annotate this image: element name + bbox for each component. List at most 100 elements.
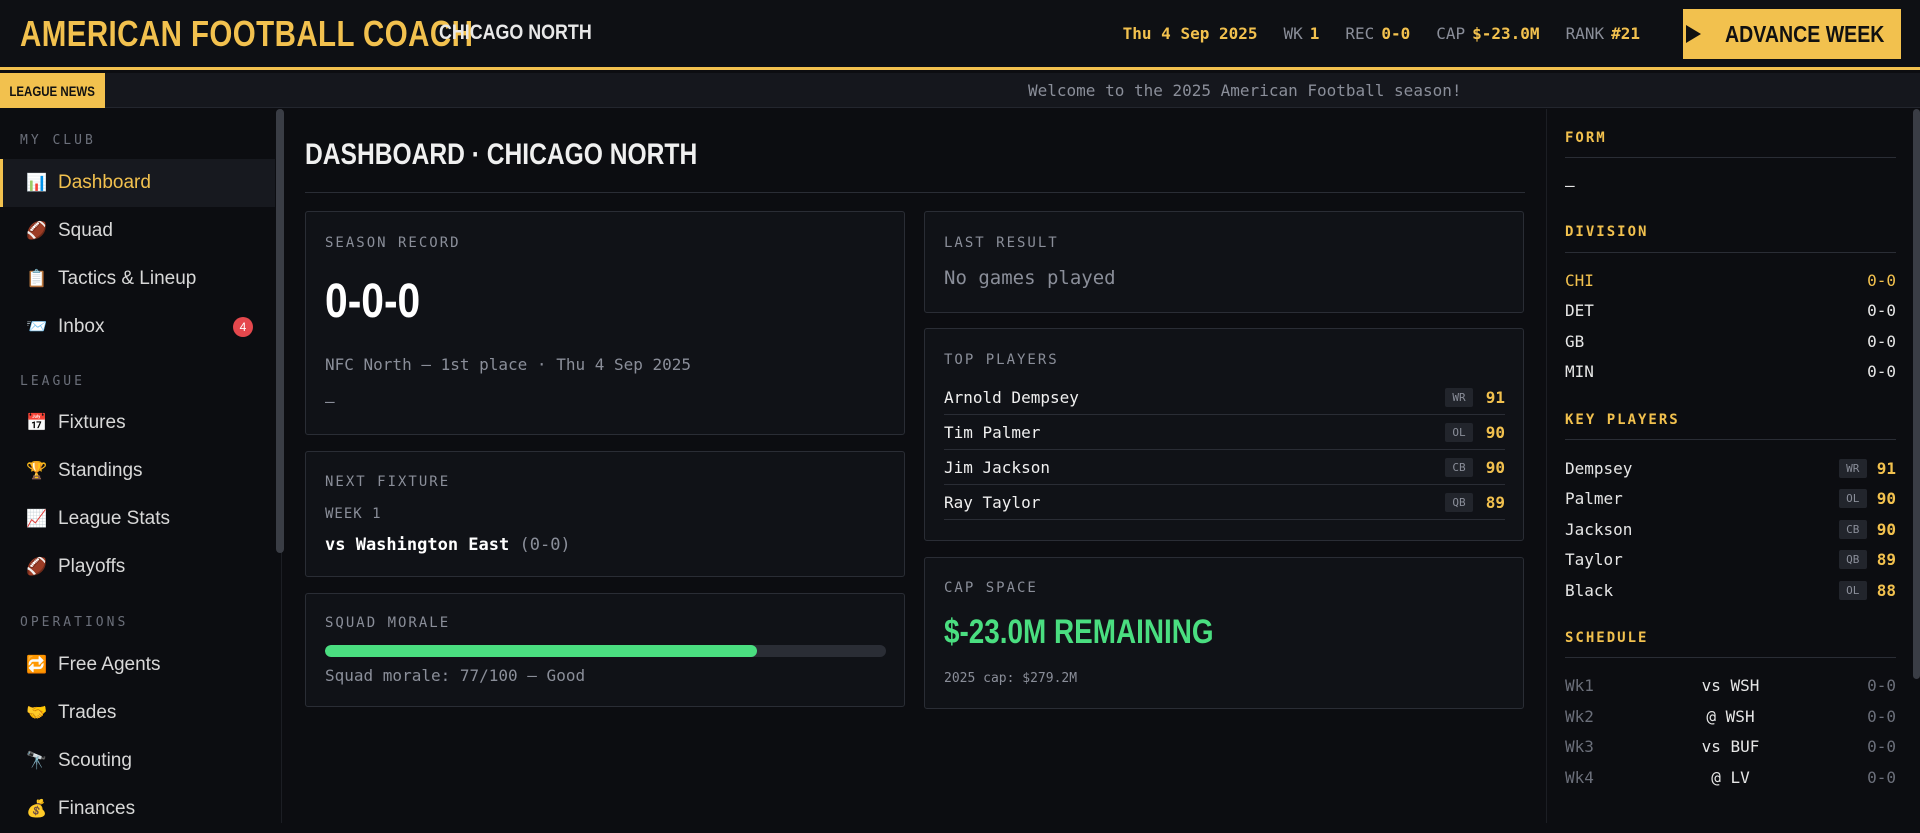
sidebar-scrollbar[interactable] — [276, 109, 284, 553]
cap-remaining: $-23.0M REMAINING — [944, 613, 1214, 651]
key-player-row[interactable]: Palmer OL 90 — [1565, 483, 1896, 513]
fixture-week: WEEK 1 — [325, 506, 382, 522]
section-divider — [1565, 439, 1896, 440]
sidebar-item-standings[interactable]: 🏆 Standings — [0, 447, 275, 495]
top-player-row[interactable]: Jim Jackson CB 90 — [944, 450, 1505, 485]
key-player-row[interactable]: Black OL 88 — [1565, 575, 1896, 605]
position-badge: OL — [1838, 488, 1867, 508]
squad-morale-card: SQUAD MORALE Squad morale: 77/100 — Good — [305, 593, 905, 707]
form-heading: FORM — [1565, 130, 1607, 146]
position-badge: OL — [1838, 580, 1867, 600]
sidebar-item-trades[interactable]: 🤝 Trades — [0, 689, 275, 737]
top-player-row[interactable]: Tim Palmer OL 90 — [944, 415, 1505, 450]
key-player-row[interactable]: Jackson CB 90 — [1565, 514, 1896, 544]
morale-text: Squad morale: 77/100 — Good — [325, 666, 586, 685]
section-league: LEAGUE — [20, 374, 85, 389]
right-panel-scrollbar[interactable] — [1913, 109, 1920, 679]
inbox-icon: 📨 — [26, 317, 48, 336]
football-icon: 🏈 — [26, 557, 48, 576]
section-divider — [1565, 157, 1896, 158]
sidebar-item-fixtures[interactable]: 📅 Fixtures — [0, 399, 275, 447]
key-player-row[interactable]: Taylor QB 89 — [1565, 544, 1896, 574]
position-badge: WR — [1838, 458, 1867, 478]
handshake-icon: 🤝 — [26, 703, 48, 722]
schedule-row[interactable]: Wk1 vs WSH 0-0 — [1565, 670, 1896, 700]
card-label: LAST RESULT — [944, 235, 1059, 251]
week-stat: WK 1 — [1283, 24, 1320, 43]
schedule-row[interactable]: Wk4 @ LV 0-0 — [1565, 762, 1896, 792]
cap-stat: CAP $-23.0M — [1436, 24, 1540, 43]
division-row[interactable]: DET 0-0 — [1565, 295, 1896, 325]
money-bag-icon: 💰 — [26, 799, 48, 818]
player-rating: 91 — [1485, 387, 1505, 407]
player-rating: 89 — [1485, 492, 1505, 512]
advance-week-button[interactable]: ADVANCE WEEK — [1683, 9, 1901, 59]
app-title: AMERICAN FOOTBALL COACH — [20, 13, 474, 54]
page-title: DASHBOARD · CHICAGO NORTH — [305, 138, 698, 171]
position-badge: QB — [1445, 492, 1473, 512]
position-badge: WR — [1445, 387, 1473, 407]
repeat-icon: 🔁 — [26, 655, 48, 674]
division-row[interactable]: GB 0-0 — [1565, 326, 1896, 356]
card-label: SEASON RECORD — [325, 235, 461, 251]
card-label: SQUAD MORALE — [325, 615, 451, 631]
schedule-row[interactable]: Wk2 @ WSH 0-0 — [1565, 701, 1896, 731]
player-rating: 90 — [1485, 422, 1505, 442]
key-players-heading: KEY PLAYERS — [1565, 412, 1680, 428]
position-badge: OL — [1445, 422, 1473, 442]
inbox-unread-badge: 4 — [233, 317, 253, 337]
sidebar-item-dashboard[interactable]: 📊 Dashboard — [0, 159, 275, 207]
chart-up-icon: 📈 — [26, 509, 48, 528]
clipboard-icon: 📋 — [26, 269, 48, 288]
position-badge: CB — [1445, 457, 1473, 477]
schedule-row[interactable]: Wk3 vs BUF 0-0 — [1565, 731, 1896, 761]
sidebar-item-inbox[interactable]: 📨 Inbox 4 — [0, 303, 275, 351]
card-label: CAP SPACE — [944, 580, 1038, 596]
morale-bar — [325, 645, 886, 657]
schedule-heading: SCHEDULE — [1565, 630, 1649, 646]
section-divider — [1565, 657, 1896, 658]
section-divider — [1565, 252, 1896, 253]
division-heading: DIVISION — [1565, 224, 1649, 240]
section-my-club: MY CLUB — [20, 133, 96, 148]
rank-stat: RANK #21 — [1565, 24, 1640, 43]
sidebar-item-tactics[interactable]: 📋 Tactics & Lineup — [0, 255, 275, 303]
division-row[interactable]: MIN 0-0 — [1565, 356, 1896, 386]
sidebar-item-free-agents[interactable]: 🔁 Free Agents — [0, 641, 275, 689]
standing-summary: NFC North — 1st place · Thu 4 Sep 2025 — [325, 355, 692, 374]
league-news-tag[interactable]: LEAGUE NEWS — [0, 73, 105, 108]
position-badge: QB — [1838, 549, 1867, 569]
club-name: CHICAGO NORTH — [439, 21, 592, 44]
last-result-card: LAST RESULT No games played — [924, 211, 1524, 313]
sidebar-item-playoffs[interactable]: 🏈 Playoffs — [0, 543, 275, 591]
position-badge: CB — [1838, 519, 1867, 539]
form-dash: — — [325, 392, 335, 411]
title-divider — [305, 192, 1525, 193]
last-result-text: No games played — [944, 267, 1116, 289]
card-label: NEXT FIXTURE — [325, 474, 451, 490]
top-player-row[interactable]: Arnold Dempsey WR 91 — [944, 380, 1505, 415]
telescope-icon: 🔭 — [26, 751, 48, 770]
morale-bar-fill — [325, 645, 757, 657]
sidebar-item-scouting[interactable]: 🔭 Scouting — [0, 737, 275, 785]
news-headline: Welcome to the 2025 American Football se… — [1028, 81, 1462, 100]
bar-chart-icon: 📊 — [26, 173, 48, 192]
news-ticker: LEAGUE NEWS Welcome to the 2025 American… — [0, 73, 1920, 108]
sidebar-item-finances[interactable]: 💰 Finances — [0, 785, 275, 833]
section-operations: OPERATIONS — [20, 615, 129, 630]
division-row[interactable]: CHI 0-0 — [1565, 265, 1896, 295]
sidebar-item-squad[interactable]: 🏈 Squad — [0, 207, 275, 255]
card-label: TOP PLAYERS — [944, 352, 1059, 368]
trophy-icon: 🏆 — [26, 461, 48, 480]
calendar-icon: 📅 — [26, 413, 48, 432]
top-player-row[interactable]: Ray Taylor QB 89 — [944, 485, 1505, 520]
cap-space-card: CAP SPACE $-23.0M REMAINING 2025 cap: $2… — [924, 557, 1524, 709]
fixture-opponent: vs Washington East (0-0) — [325, 535, 571, 555]
key-player-row[interactable]: Dempsey WR 91 — [1565, 453, 1896, 483]
form-value: — — [1565, 175, 1575, 195]
top-players-card: TOP PLAYERS Arnold Dempsey WR 91 Tim Pal… — [924, 328, 1524, 541]
header-stats: Thu 4 Sep 2025 WK 1 REC 0-0 CAP $-23.0M RAN… — [1123, 24, 1640, 43]
season-record-card: SEASON RECORD 0-0-0 NFC North — 1st plac… — [305, 211, 905, 435]
sidebar-item-league-stats[interactable]: 📈 League Stats — [0, 495, 275, 543]
next-fixture-card[interactable]: NEXT FIXTURE WEEK 1 vs Washington East (… — [305, 451, 905, 577]
